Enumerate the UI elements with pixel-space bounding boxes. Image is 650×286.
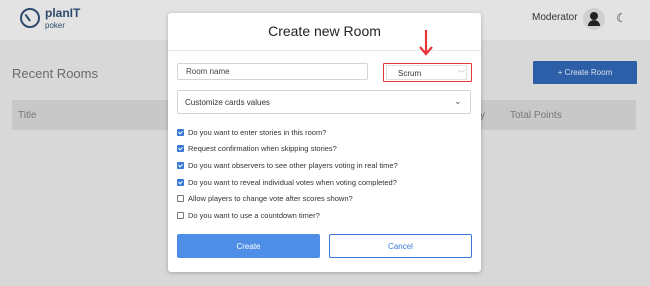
- chevron-down-icon: ﹀: [458, 71, 465, 78]
- option-label: Do you want to enter stories in this roo…: [188, 128, 327, 137]
- user-icon[interactable]: [583, 8, 605, 30]
- customize-cards-label: Customize cards values: [185, 98, 270, 107]
- room-type-select[interactable]: Scrum ﹀: [383, 63, 472, 82]
- checkbox-checked[interactable]: [177, 162, 184, 169]
- option-label: Request confirmation when skipping stori…: [188, 144, 337, 153]
- checkbox-unchecked[interactable]: [177, 212, 184, 219]
- option-label: Do you want to use a countdown timer?: [188, 211, 320, 220]
- checkbox-unchecked[interactable]: [177, 195, 184, 202]
- column-total-points: Total Points: [510, 110, 562, 121]
- room-type-value: Scrum: [398, 69, 422, 78]
- chevron-down-icon: ⌄: [454, 96, 462, 106]
- logo-text: planIT: [45, 6, 81, 20]
- moon-icon[interactable]: ☾: [616, 11, 627, 25]
- checkbox-checked[interactable]: [177, 129, 184, 136]
- app-logo[interactable]: planIT poker: [20, 6, 90, 34]
- user-role: Moderator: [532, 12, 578, 23]
- create-room-dialog: Create new Room Scrum ﹀ Customize cards …: [168, 13, 481, 272]
- customize-cards-dropdown[interactable]: Customize cards values ⌄: [177, 90, 471, 114]
- logo-subtext: poker: [45, 21, 66, 30]
- column-title: Title: [18, 110, 37, 121]
- create-button[interactable]: Create: [177, 234, 320, 258]
- red-arrow-down-icon: [419, 30, 433, 56]
- cancel-button[interactable]: Cancel: [329, 234, 472, 258]
- checkbox-checked[interactable]: [177, 179, 184, 186]
- checkbox-checked[interactable]: [177, 145, 184, 152]
- create-room-button[interactable]: + Create Room: [533, 61, 637, 84]
- room-name-input[interactable]: [177, 63, 368, 80]
- option-label: Allow players to change vote after score…: [188, 194, 353, 203]
- option-label: Do you want to reveal individual votes w…: [188, 178, 397, 187]
- logo-icon: [20, 8, 40, 28]
- page-title: Recent Rooms: [12, 66, 98, 81]
- option-label: Do you want observers to see other playe…: [188, 161, 398, 170]
